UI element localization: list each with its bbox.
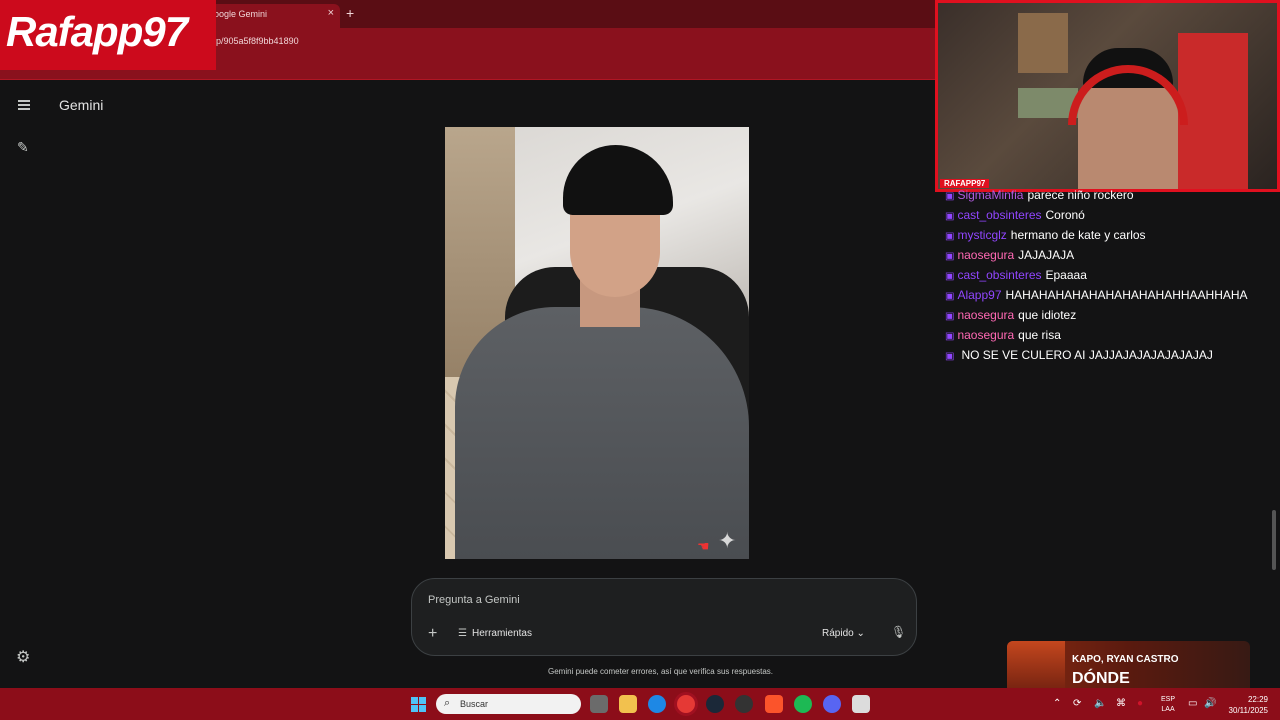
chat-message: ▣ NO SE VE CULERO AI JAJJAJAJAJAJAJAJAJ <box>945 348 1275 364</box>
language-indicator[interactable]: ESP LAA <box>1161 695 1175 715</box>
edge-icon[interactable] <box>648 695 666 713</box>
chat-badge-icon: ▣ <box>945 311 955 322</box>
streamer-logo: Rafapp97 <box>0 0 216 70</box>
scrollbar[interactable] <box>1272 510 1276 570</box>
chat-badge-icon: ▣ <box>945 211 955 222</box>
chat-message: ▣ cast_obsinteres Epaaaa <box>945 266 1275 286</box>
song-title: DÓNDE <box>1072 670 1130 687</box>
clock-date: 30/11/2025 <box>1228 706 1268 715</box>
chat-username[interactable]: cast_obsinteres <box>957 268 1041 282</box>
browser-tab-gemini[interactable]: oogle Gemini × <box>200 4 340 28</box>
spotify-icon[interactable] <box>794 695 812 713</box>
chat-text: que risa <box>1018 328 1061 342</box>
tools-button[interactable]: ☰ Herramientas <box>458 628 532 639</box>
brave-icon[interactable] <box>765 695 783 713</box>
chat-text: NO SE VE CULERO AI JAJJAJAJAJAJAJAJAJ <box>961 348 1213 362</box>
chat-text: Coronó <box>1045 208 1085 222</box>
volume-icon[interactable]: 🔊 <box>1204 698 1216 709</box>
new-chat-icon[interactable]: ✎ <box>17 139 29 156</box>
chat-badge-icon: ▣ <box>945 331 955 342</box>
chat-badge-icon: ▣ <box>945 231 955 242</box>
stream-chat: ▣ SigmaMinfia parece niño rockero ▣ cast_obs… <box>945 186 1275 364</box>
task-view-icon[interactable] <box>590 695 608 713</box>
tray-chevron-icon[interactable]: ⌃ <box>1053 698 1061 709</box>
app-title: Gemini <box>59 97 104 113</box>
search-placeholder: Buscar <box>460 699 489 709</box>
settings-gear-icon[interactable]: ⚙ <box>16 647 30 667</box>
image-hair <box>563 145 673 215</box>
chat-message: ▣ naosegura que idiotez <box>945 306 1275 326</box>
song-artist: KAPO, RYAN CASTRO <box>1072 654 1179 665</box>
mode-selector[interactable]: Rápido ⌄ <box>822 628 865 639</box>
prompt-box[interactable]: Pregunta a Gemini + ☰ Herramientas Rápido… <box>411 578 917 656</box>
taskbar: ⌕ Buscar ⌃ ⟳ 🔈 ⌘ ● ESP LAA ▭ 🔊 22:29 30/… <box>0 688 1280 720</box>
chat-username[interactable]: SigmaMinfia <box>957 188 1023 202</box>
gemini-sparkle-icon: ✦ <box>718 528 737 553</box>
image-sweater <box>455 307 749 559</box>
chat-message: ▣ mysticglz hermano de kate y carlos <box>945 226 1275 246</box>
tab-title: oogle Gemini <box>214 9 268 19</box>
generated-image[interactable] <box>445 127 749 559</box>
add-attachment-button[interactable]: + <box>428 625 437 643</box>
search-icon: ⌕ <box>444 697 451 709</box>
discord-icon[interactable] <box>823 695 841 713</box>
keyboard-layout: LAA <box>1161 706 1175 713</box>
file-explorer-icon[interactable] <box>619 695 637 713</box>
chat-badge-icon: ▣ <box>945 351 955 362</box>
app-icon[interactable] <box>852 695 870 713</box>
chat-text: Epaaaa <box>1045 268 1087 282</box>
tray-app-icon[interactable]: ● <box>1137 698 1143 709</box>
chat-text: que idiotez <box>1018 308 1077 322</box>
chat-username[interactable]: naosegura <box>957 308 1014 322</box>
chat-username[interactable]: Alapp97 <box>957 288 1001 302</box>
chat-text: hermano de kate y carlos <box>1010 228 1146 242</box>
chat-badge-icon: ▣ <box>945 271 955 282</box>
tools-label: Herramientas <box>471 628 532 639</box>
language-code: ESP <box>1161 696 1176 703</box>
chevron-down-icon: ⌄ <box>856 628 865 639</box>
microphone-icon[interactable]: 🎙 <box>891 625 906 639</box>
chat-message: ▣ Alapp97 HAHAHAHAHAHAHAHAHAHAHHAAHHAHA <box>945 286 1275 306</box>
chat-username[interactable]: naosegura <box>957 328 1014 342</box>
chat-username[interactable]: cast_obsinteres <box>957 208 1041 222</box>
chat-text: HAHAHAHAHAHAHAHAHAHAHHAAHHAHA <box>1005 288 1248 302</box>
cam-poster <box>1018 13 1068 73</box>
display-icon[interactable]: ▭ <box>1188 698 1197 709</box>
chat-message: ▣ cast_obsinteres Coronó <box>945 206 1275 226</box>
chat-badge-icon: ▣ <box>945 291 955 302</box>
steam-icon[interactable] <box>706 695 724 713</box>
logo-text: Rafapp97 <box>6 8 188 55</box>
close-icon[interactable]: × <box>328 7 334 19</box>
url-text[interactable]: p/905a5f8f9bb41890 <box>216 36 299 46</box>
chat-message: ▣ naosegura que risa <box>945 326 1275 346</box>
mode-label: Rápido <box>822 628 854 639</box>
chat-message: ▣ SigmaMinfia parece niño rockero <box>945 186 1275 206</box>
chat-text: parece niño rockero <box>1027 188 1134 202</box>
gemini-sidebar <box>0 81 50 688</box>
cam-chair <box>1178 33 1248 189</box>
obs-icon[interactable] <box>735 695 753 713</box>
chat-text: JAJAJAJA <box>1018 248 1075 262</box>
mouse-cursor-icon: ☚ <box>697 538 710 554</box>
clock-time: 22:29 <box>1247 695 1268 704</box>
new-tab-button[interactable]: + <box>346 5 354 21</box>
chat-username[interactable]: naosegura <box>957 248 1014 262</box>
speaker-icon[interactable]: 🔈 <box>1094 698 1106 709</box>
sync-icon[interactable]: ⟳ <box>1073 698 1081 709</box>
clock[interactable]: 22:29 30/11/2025 <box>1226 694 1268 716</box>
chrome-icon[interactable] <box>677 695 695 713</box>
network-icon[interactable]: ⌘ <box>1116 698 1126 709</box>
chat-username[interactable]: mysticglz <box>957 228 1006 242</box>
disclaimer-text: Gemini puede cometer errores, así que ve… <box>548 667 773 676</box>
webcam-overlay: RAFAPP97 <box>935 0 1280 192</box>
chat-message: ▣ naosegura JAJAJAJA <box>945 246 1275 266</box>
windows-start-icon[interactable] <box>411 697 426 712</box>
chat-badge-icon: ▣ <box>945 191 955 202</box>
taskbar-search[interactable]: ⌕ Buscar <box>436 694 581 714</box>
chat-badge-icon: ▣ <box>945 251 955 262</box>
sliders-icon: ☰ <box>458 628 467 639</box>
menu-icon[interactable] <box>18 100 30 110</box>
prompt-input[interactable]: Pregunta a Gemini <box>428 594 520 606</box>
